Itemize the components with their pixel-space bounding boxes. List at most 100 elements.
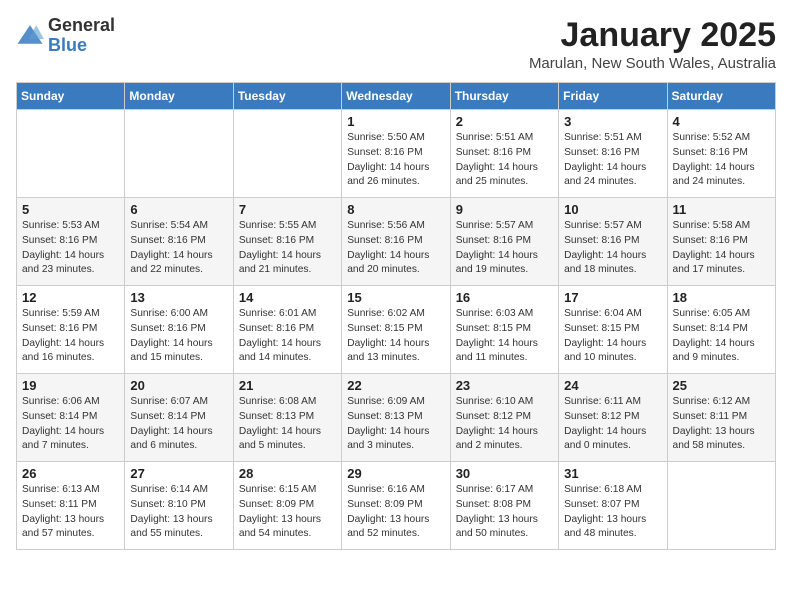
day-info: Daylight: 14 hours [239, 337, 337, 352]
day-info: and 7 minutes. [22, 439, 120, 454]
calendar-cell: 25Sunrise: 6:12 AMSunset: 8:11 PMDayligh… [667, 374, 775, 462]
day-info: Daylight: 13 hours [456, 513, 554, 528]
day-info: Daylight: 13 hours [673, 425, 771, 440]
day-info: and 25 minutes. [456, 175, 554, 190]
calendar-cell: 29Sunrise: 6:16 AMSunset: 8:09 PMDayligh… [342, 462, 450, 550]
day-info: and 6 minutes. [130, 439, 228, 454]
day-info: Sunrise: 5:56 AM [347, 219, 445, 234]
day-number: 22 [347, 378, 445, 393]
month-title: January 2025 [529, 16, 776, 55]
day-number: 17 [564, 290, 662, 305]
day-info: Sunset: 8:16 PM [130, 234, 228, 249]
day-info: and 52 minutes. [347, 527, 445, 542]
day-info: Sunset: 8:16 PM [22, 322, 120, 337]
day-number: 14 [239, 290, 337, 305]
day-info: Daylight: 13 hours [22, 513, 120, 528]
day-info: Sunset: 8:15 PM [347, 322, 445, 337]
day-info: Sunset: 8:16 PM [673, 146, 771, 161]
day-number: 28 [239, 466, 337, 481]
day-info: and 2 minutes. [456, 439, 554, 454]
col-header-tuesday: Tuesday [233, 83, 341, 110]
day-info: Daylight: 14 hours [456, 337, 554, 352]
calendar-cell: 15Sunrise: 6:02 AMSunset: 8:15 PMDayligh… [342, 286, 450, 374]
day-number: 2 [456, 114, 554, 129]
day-info: Sunset: 8:09 PM [239, 498, 337, 513]
day-info: Daylight: 14 hours [22, 425, 120, 440]
day-info: Daylight: 14 hours [456, 249, 554, 264]
day-info: and 26 minutes. [347, 175, 445, 190]
day-info: Daylight: 14 hours [564, 425, 662, 440]
day-info: and 0 minutes. [564, 439, 662, 454]
day-number: 8 [347, 202, 445, 217]
calendar-cell: 19Sunrise: 6:06 AMSunset: 8:14 PMDayligh… [17, 374, 125, 462]
day-info: Sunset: 8:14 PM [673, 322, 771, 337]
calendar-week-3: 19Sunrise: 6:06 AMSunset: 8:14 PMDayligh… [17, 374, 776, 462]
day-number: 1 [347, 114, 445, 129]
logo-general: General [48, 15, 115, 35]
col-header-sunday: Sunday [17, 83, 125, 110]
day-info: Sunset: 8:12 PM [564, 410, 662, 425]
day-info: and 23 minutes. [22, 263, 120, 278]
calendar-week-0: 1Sunrise: 5:50 AMSunset: 8:16 PMDaylight… [17, 110, 776, 198]
day-info: Sunrise: 5:58 AM [673, 219, 771, 234]
calendar-cell: 2Sunrise: 5:51 AMSunset: 8:16 PMDaylight… [450, 110, 558, 198]
day-info: Sunset: 8:08 PM [456, 498, 554, 513]
day-number: 21 [239, 378, 337, 393]
calendar-cell: 14Sunrise: 6:01 AMSunset: 8:16 PMDayligh… [233, 286, 341, 374]
day-info: and 54 minutes. [239, 527, 337, 542]
calendar-cell: 1Sunrise: 5:50 AMSunset: 8:16 PMDaylight… [342, 110, 450, 198]
day-info: and 22 minutes. [130, 263, 228, 278]
day-info: Sunset: 8:13 PM [347, 410, 445, 425]
day-info: Sunset: 8:16 PM [347, 146, 445, 161]
day-number: 11 [673, 202, 771, 217]
day-number: 7 [239, 202, 337, 217]
day-info: Daylight: 14 hours [673, 161, 771, 176]
location-title: Marulan, New South Wales, Australia [529, 55, 776, 72]
day-info: Sunrise: 6:02 AM [347, 307, 445, 322]
calendar-cell: 11 Sunrise: 5:58 AMSunset: 8:16 PMDayligh… [667, 198, 775, 286]
calendar-cell [667, 462, 775, 550]
day-info: Sunset: 8:11 PM [673, 410, 771, 425]
day-info: Daylight: 14 hours [347, 161, 445, 176]
day-info: Sunrise: 6:03 AM [456, 307, 554, 322]
day-info: Daylight: 14 hours [347, 337, 445, 352]
day-info: and 11 minutes. [456, 351, 554, 366]
day-info: Sunrise: 5:59 AM [22, 307, 120, 322]
calendar-week-4: 26Sunrise: 6:13 AMSunset: 8:11 PMDayligh… [17, 462, 776, 550]
logo-text: General Blue [48, 16, 115, 56]
day-info: and 5 minutes. [239, 439, 337, 454]
day-info: Sunrise: 6:15 AM [239, 483, 337, 498]
day-info: Sunrise: 6:14 AM [130, 483, 228, 498]
calendar-cell: 21Sunrise: 6:08 AMSunset: 8:13 PMDayligh… [233, 374, 341, 462]
day-number: 10 [564, 202, 662, 217]
day-info: Sunset: 8:14 PM [130, 410, 228, 425]
calendar-cell: 23Sunrise: 6:10 AMSunset: 8:12 PMDayligh… [450, 374, 558, 462]
day-info: Daylight: 14 hours [564, 337, 662, 352]
day-number: 23 [456, 378, 554, 393]
calendar-cell: 24Sunrise: 6:11 AMSunset: 8:12 PMDayligh… [559, 374, 667, 462]
title-block: January 2025 Marulan, New South Wales, A… [529, 16, 776, 72]
col-header-saturday: Saturday [667, 83, 775, 110]
day-info: Daylight: 14 hours [564, 161, 662, 176]
day-info: and 48 minutes. [564, 527, 662, 542]
day-info: Sunrise: 6:00 AM [130, 307, 228, 322]
day-info: Sunrise: 6:17 AM [456, 483, 554, 498]
day-number: 6 [130, 202, 228, 217]
day-info: and 10 minutes. [564, 351, 662, 366]
day-info: Sunrise: 6:10 AM [456, 395, 554, 410]
day-number: 3 [564, 114, 662, 129]
day-info: and 20 minutes. [347, 263, 445, 278]
day-info: Sunrise: 6:11 AM [564, 395, 662, 410]
day-info: Sunset: 8:16 PM [673, 234, 771, 249]
day-number: 19 [22, 378, 120, 393]
day-info: Sunset: 8:13 PM [239, 410, 337, 425]
day-number: 25 [673, 378, 771, 393]
day-info: Sunset: 8:16 PM [347, 234, 445, 249]
day-info: Daylight: 14 hours [673, 249, 771, 264]
calendar-cell: 22Sunrise: 6:09 AMSunset: 8:13 PMDayligh… [342, 374, 450, 462]
logo-blue: Blue [48, 35, 87, 55]
day-info: Sunset: 8:09 PM [347, 498, 445, 513]
day-info: Sunset: 8:16 PM [456, 234, 554, 249]
day-info: and 24 minutes. [673, 175, 771, 190]
logo: General Blue [16, 16, 115, 56]
